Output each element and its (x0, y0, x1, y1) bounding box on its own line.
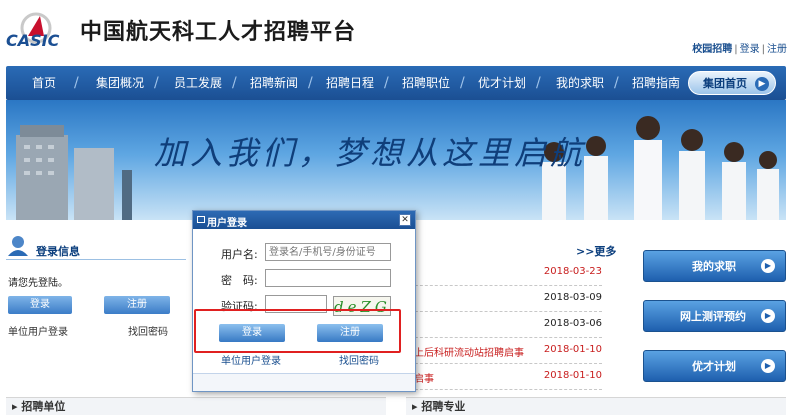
hero-banner: 加入我们，梦想从这里启航 (6, 100, 786, 220)
arrow-right-icon: ▶ (755, 77, 769, 91)
captcha-input[interactable] (265, 295, 327, 313)
news-date: 2018-03-23 (543, 266, 602, 277)
group-home-button[interactable]: 集团首页 ▶ (688, 71, 776, 95)
dialog-titlebar[interactable]: 用户登录 ✕ (193, 211, 415, 229)
nav-divider: / (384, 75, 389, 91)
dialog-unit-login-link[interactable]: 单位用户登录 (221, 352, 281, 367)
close-icon[interactable]: ✕ (399, 214, 411, 226)
arrow-right-icon: ▶ (761, 259, 775, 273)
username-input[interactable] (265, 243, 391, 261)
page: CASIC 中国航天科工人才招聘平台 校园招聘 | 登录 | 注册 首页 / 集团概况 … (0, 0, 801, 415)
user-icon (8, 236, 28, 256)
username-label: 用户名: (221, 248, 258, 261)
nav-item-my-applications[interactable]: 我的求职 (556, 66, 604, 100)
campus-recruit-link[interactable]: 校园招聘 (692, 44, 732, 55)
my-applications-button[interactable]: 我的求职 ▶ (643, 250, 786, 282)
dialog-title: 用户登录 (207, 218, 247, 229)
password-input[interactable] (265, 269, 391, 287)
window-icon (197, 216, 205, 223)
news-row[interactable]: 上后科研流动站招聘启事 2018-01-10 (390, 338, 602, 364)
captcha-label: 验证码: (221, 300, 258, 313)
news-title: 启事 (414, 374, 434, 385)
nav-divider: / (614, 75, 619, 91)
my-applications-label: 我的求职 (692, 260, 736, 273)
news-date: 2018-03-06 (543, 318, 602, 329)
logo-wordmark: CASIC (6, 31, 60, 50)
nav-item-talent-plan[interactable]: 优才计划 (478, 66, 526, 100)
news-more-link[interactable]: >>更多 (576, 243, 616, 259)
dialog-recover-password-link[interactable]: 找回密码 (339, 352, 379, 367)
news-date: 2018-01-10 (543, 370, 602, 381)
arrow-right-icon: ▶ (761, 359, 775, 373)
dialog-footer (193, 373, 415, 391)
dialog-login-button[interactable]: 登录 (219, 324, 285, 342)
top-register-link[interactable]: 注册 (767, 44, 787, 55)
news-row[interactable]: 2018-03-06 (390, 312, 602, 338)
nav-item-recruit-news[interactable]: 招聘新闻 (250, 66, 298, 100)
online-assessment-label: 网上测评预约 (680, 310, 746, 323)
login-info-title: 登录信息 (36, 245, 80, 258)
nav-item-home[interactable]: 首页 (32, 66, 56, 100)
casic-logo: CASIC (6, 12, 60, 50)
triangle-right-icon: ▸ (12, 400, 22, 413)
news-row[interactable]: 招 2018-03-23 (390, 260, 602, 286)
section-recruiting-units: ▸ 招聘单位 (6, 397, 386, 415)
captcha-image[interactable]: deZG (333, 296, 391, 316)
top-links: 校园招聘 | 登录 | 注册 (692, 44, 787, 55)
nav-divider: / (154, 75, 159, 91)
password-label: 密 码: (221, 274, 258, 287)
talent-plan-button[interactable]: 优才计划 ▶ (643, 350, 786, 382)
nav-divider: / (74, 75, 79, 91)
banner-slogan: 加入我们，梦想从这里启航 (154, 134, 587, 172)
login-prompt: 请您先登陆。 (8, 278, 68, 289)
nav-item-staff-development[interactable]: 员工发展 (174, 66, 222, 100)
talent-plan-label: 优才计划 (692, 360, 736, 373)
nav-divider: / (460, 75, 465, 91)
triangle-right-icon: ▸ (412, 400, 422, 413)
site-title: 中国航天科工人才招聘平台 (80, 20, 357, 45)
panel-recover-password-link[interactable]: 找回密码 (128, 323, 168, 338)
main-nav: 首页 / 集团概况 / 员工发展 / 招聘新闻 / 招聘日程 / 招聘职位 / … (6, 66, 786, 100)
dialog-register-button[interactable]: 注册 (317, 324, 383, 342)
login-info-header: 登录信息 (6, 236, 186, 260)
nav-divider: / (232, 75, 237, 91)
login-dialog: 用户登录 ✕ 用户名: 密 码: 验证码: deZG 登录 注册 单位用户登录 … (192, 210, 416, 392)
nav-item-guide[interactable]: 招聘指南 (632, 66, 680, 100)
nav-item-group-overview[interactable]: 集团概况 (96, 66, 144, 100)
news-row[interactable]: 启事 2018-01-10 (390, 364, 602, 390)
nav-item-positions[interactable]: 招聘职位 (402, 66, 450, 100)
section-recruiting-units-title: 招聘单位 (21, 400, 66, 413)
nav-divider: / (308, 75, 313, 91)
nav-divider: / (536, 75, 541, 91)
news-date: 2018-03-09 (543, 292, 602, 303)
nav-item-recruit-schedule[interactable]: 招聘日程 (326, 66, 374, 100)
panel-login-button[interactable]: 登录 (8, 296, 72, 314)
news-row[interactable]: 招聘 2018-03-09 (390, 286, 602, 312)
news-title: 上后科研流动站招聘启事 (414, 348, 524, 359)
online-assessment-button[interactable]: 网上测评预约 ▶ (643, 300, 786, 332)
arrow-right-icon: ▶ (761, 309, 775, 323)
group-home-label: 集团首页 (703, 77, 747, 90)
section-recruiting-majors-title: 招聘专业 (421, 400, 466, 413)
top-login-link[interactable]: 登录 (740, 44, 760, 55)
news-date: 2018-01-10 (543, 344, 602, 355)
panel-unit-login-link[interactable]: 单位用户登录 (8, 323, 68, 338)
section-recruiting-majors: ▸ 招聘专业 (406, 397, 786, 415)
panel-register-button[interactable]: 注册 (104, 296, 170, 314)
